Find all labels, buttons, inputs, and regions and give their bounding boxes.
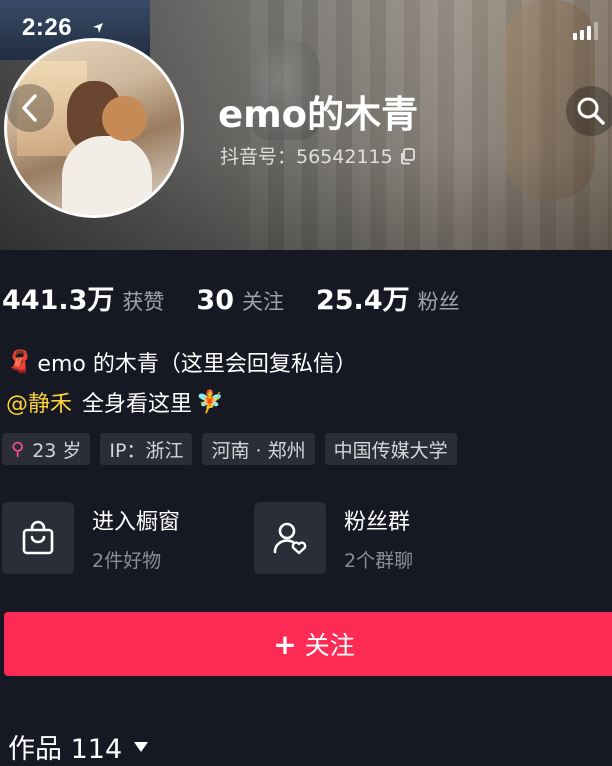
fan-group-icon [273,522,307,555]
bio-text: 全身看这里 [82,392,193,417]
stat-value: 30 [196,285,234,316]
fan-group-card[interactable]: 粉丝群 2个群聊 [254,502,413,574]
scarf-emoji: 🧣 [6,349,34,375]
works-tab[interactable]: 作品 114 [8,727,149,766]
copy-icon[interactable] [399,147,417,165]
bio-text: emo 的木青（这里会回复私信） [37,352,357,377]
shop-window-card[interactable]: 进入橱窗 2件好物 [2,502,180,574]
tag-text: 中国传媒大学 [333,439,448,462]
profile-stats: 441.3万 获赞 30 关注 25.4万 粉丝 [2,278,492,317]
female-symbol-icon: ⚲ [11,438,25,460]
card-title: 粉丝群 [344,509,411,535]
tag-school: 中国传媒大学 [324,433,457,465]
plus-icon: + [273,627,297,661]
follow-button[interactable]: + 关注 [4,612,612,676]
bio-line-1: 🧣 emo 的木青（这里会回复私信） [6,346,357,378]
shopping-bag-icon [22,520,54,555]
stat-value: 25.4万 [315,285,410,316]
profile-name: emo的木青 [218,93,419,136]
stat-value: 441.3万 [2,285,115,316]
tag-ip: IP：浙江 [100,433,193,465]
status-time: 2:26 [22,14,73,41]
fairy-emoji: 🧚 [196,389,224,415]
search-icon [577,97,605,125]
chevron-left-icon [22,94,37,122]
tag-text: 23 岁 [32,439,82,462]
mention-link[interactable]: @静禾 [6,386,72,418]
card-title: 进入橱窗 [92,509,181,535]
stat-followers[interactable]: 25.4万 粉丝 [316,278,460,317]
follow-label: 关注 [304,631,355,660]
tag-text: IP：浙江 [109,439,184,462]
card-subtitle: 2件好物 [92,549,162,572]
search-button[interactable] [566,86,612,136]
profile-tags: ⚲ 23 岁 IP：浙江 河南 · 郑州 中国传媒大学 [2,433,457,465]
signal-icon [573,22,598,40]
tag-text: 河南 · 郑州 [211,439,306,462]
caret-down-icon [134,741,149,752]
tag-age: ⚲ 23 岁 [2,433,91,465]
tag-location: 河南 · 郑州 [202,433,315,465]
works-label: 作品 114 [8,734,123,765]
bio-line-2: @静禾 全身看这里 🧚 [6,386,227,418]
stat-label: 关注 [241,290,284,314]
stat-label: 粉丝 [417,290,460,314]
back-button[interactable] [6,84,54,132]
stat-likes[interactable]: 441.3万 获赞 [2,278,164,317]
location-arrow-icon [93,23,103,33]
douyin-id-text: 抖音号：56542115 [220,146,393,168]
stat-label: 获赞 [122,290,165,314]
douyin-id: 抖音号：56542115 [220,142,417,169]
card-subtitle: 2个群聊 [344,549,414,572]
stat-following[interactable]: 30 关注 [196,285,284,316]
